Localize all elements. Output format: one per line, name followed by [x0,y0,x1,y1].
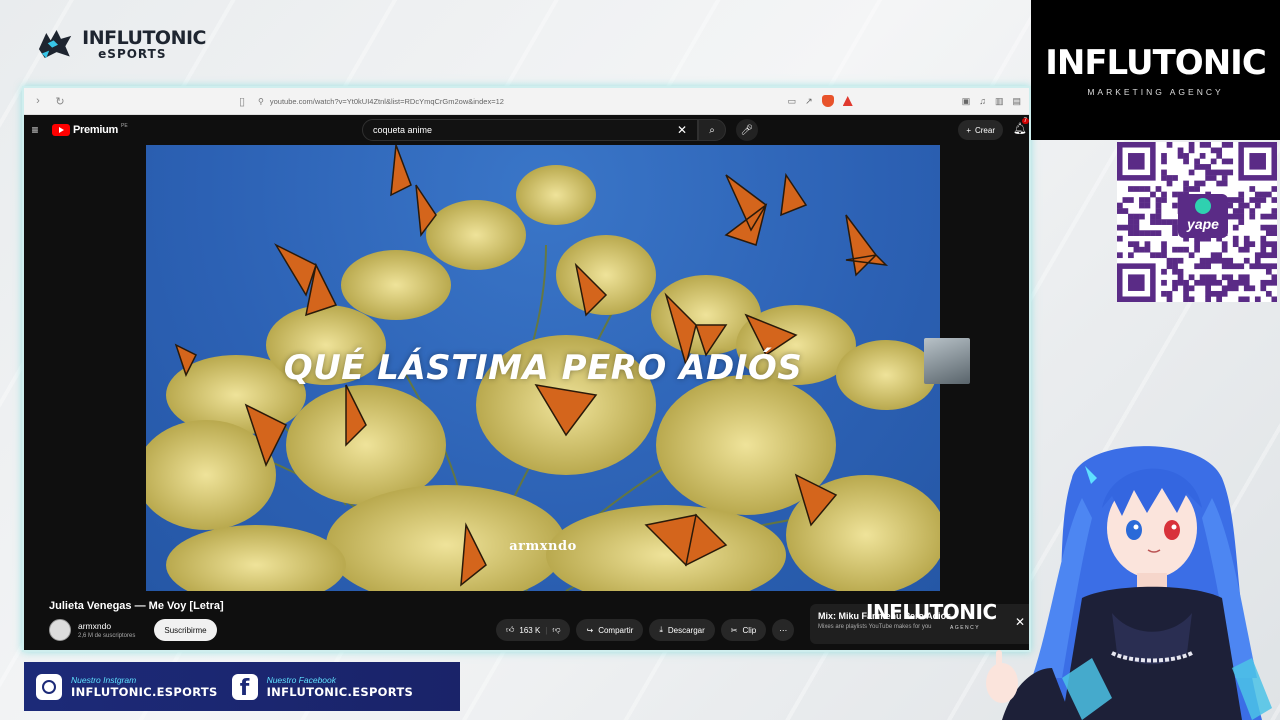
video-watermark: armxndo [509,539,577,554]
cast-icon[interactable]: ▭ [788,96,797,107]
instagram-handle: INFLUTONIC.ESPORTS [71,684,218,699]
voice-search-button[interactable]: 🎤︎ [736,119,758,141]
agency-subtitle: MARKETING AGENCY [1087,87,1224,97]
url-field[interactable]: ⚲ youtube.com/watch?v=Yt0kUI4Ztnl&list=R… [258,97,778,106]
thumbs-down-icon[interactable]: 👎︎ [552,625,560,635]
reload-icon[interactable]: ↻ [54,95,66,108]
subscribe-button[interactable]: Suscribirme [154,619,217,641]
url-text: youtube.com/watch?v=Yt0kUI4Ztnl&list=RDc… [269,96,504,106]
video-title: Julieta Venegas — Me Voy [Letra] [49,600,224,612]
clip-button[interactable]: ✂ Clip [720,619,767,641]
like-count: 163 K [519,625,541,635]
youtube-play-icon [52,124,70,136]
instagram-item: Nuestro Instgram INFLUTONIC.ESPORTS [36,673,218,700]
channel-subscribers: 2,6 M de suscriptores [78,633,136,639]
hamburger-menu-icon[interactable]: ≡ [28,123,42,137]
yape-badge-icon [1195,198,1211,214]
more-icon: ⋯ [779,625,788,635]
share-label: Compartir [598,625,634,635]
scissors-icon: ✂ [730,625,738,635]
youtube-region: PE [120,123,128,129]
extensions-icon[interactable]: ▣ [962,96,971,107]
channel-info: armxndo 2,6 M de suscriptores Suscribirm… [49,619,217,641]
facebook-handle: INFLUTONIC.ESPORTS [266,684,414,699]
create-button[interactable]: + Crear [958,120,1003,140]
channel-name[interactable]: armxndo [78,621,135,631]
browser-window: › ↻ ▯ ⚲ youtube.com/watch?v=Yt0kUI4Ztnl&… [22,86,1031,652]
brand-line2: eSPORTS [98,46,167,61]
share-button[interactable]: ↪ Compartir [576,619,644,641]
microphone-icon: 🎤︎ [740,124,754,136]
facebook-icon: f [231,673,258,700]
forward-icon[interactable]: › [32,95,44,107]
facebook-item: f Nuestro Facebook INFLUTONIC.ESPORTS [231,673,414,700]
agency-title: INFLUTONIC [1045,43,1267,83]
esports-logo: INFLUTONIC eSPORTS [36,20,206,68]
agency-logo-panel: INFLUTONIC MARKETING AGENCY [1031,0,1280,140]
clip-label: Clip [742,625,757,635]
share-page-icon[interactable]: ↗ [805,96,813,107]
youtube-logo[interactable]: Premium PE [52,123,128,136]
address-bar: › ↻ ▯ ⚲ youtube.com/watch?v=Yt0kUI4Ztnl&… [24,88,1029,115]
thumbs-up-icon: 👍︎ [506,625,515,634]
vtuber-avatar [986,446,1272,720]
create-label: Crear [974,125,995,135]
download-button[interactable]: ⤓ Descargar [649,619,715,641]
yape-logo: yape [1178,194,1228,238]
like-divider: | [545,625,548,635]
search-icon: ⌕ [709,124,715,136]
instagram-caption: Nuestro Instgram [71,674,137,685]
toolbar-icons: ▭ ↗ ▣ ♫ ▥ ▤ [788,95,1021,107]
wallet-icon[interactable]: ▤ [1013,96,1022,107]
video-player[interactable]: QUÉ LÁSTIMA PERO ADIÓS armxndo [146,145,940,591]
search-button[interactable]: ⌕ [698,119,726,141]
social-bar: Nuestro Instgram INFLUTONIC.ESPORTS f Nu… [24,662,460,711]
media-icon[interactable]: ♫ [979,96,986,106]
brave-shield-icon[interactable] [821,95,834,107]
download-icon: ⤓ [659,625,663,634]
facebook-caption: Nuestro Facebook [266,674,337,685]
brand-line1: INFLUTONIC [82,26,206,49]
brave-rewards-icon[interactable] [842,96,853,106]
yape-label: yape [1187,216,1219,232]
search-input[interactable] [373,125,663,135]
sidebar-icon[interactable]: ▥ [995,96,1004,107]
bookmark-icon[interactable]: ▯ [236,95,248,108]
youtube-header: ≡ Premium PE ✕ ⌕ 🎤︎ + Crear 🔔︎ 7 [24,115,1029,145]
like-button[interactable]: 👍︎ 163 K | 👎︎ [496,619,571,641]
channel-avatar[interactable] [49,619,71,641]
search-box: ✕ [362,119,698,141]
download-label: Descargar [667,625,705,635]
clear-search-icon[interactable]: ✕ [677,123,687,137]
notification-count: 7 [1021,118,1029,124]
youtube-brand: Premium [73,124,118,136]
wolf-logo-icon [38,30,72,58]
video-actions: 👍︎ 163 K | 👎︎ ↪ Compartir ⤓ Descargar ✂ … [496,619,795,641]
share-icon: ↪ [586,625,594,635]
video-lyric: QUÉ LÁSTIMA PERO ADIÓS [283,348,803,388]
instagram-icon [36,673,62,700]
site-info-icon[interactable]: ⚲ [258,97,264,106]
more-actions-button[interactable]: ⋯ [772,619,795,641]
plus-icon: + [966,125,971,135]
channel-watermark-thumbnail[interactable] [924,338,970,384]
